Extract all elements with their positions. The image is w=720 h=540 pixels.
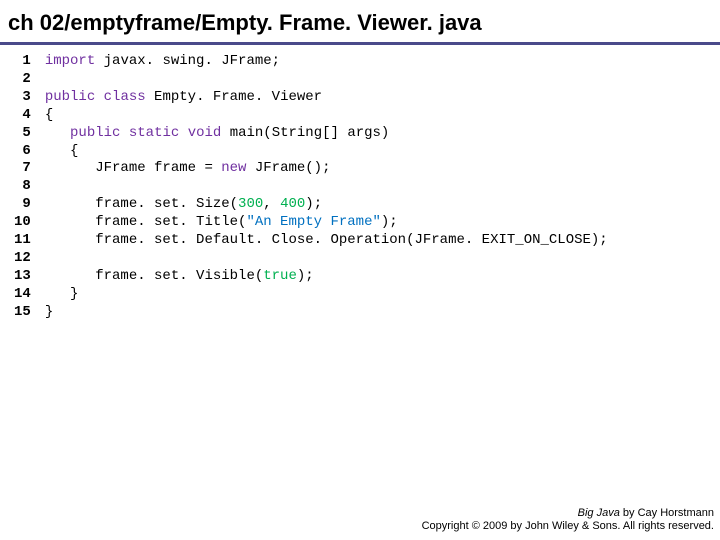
code-token: void	[188, 125, 222, 141]
code-token: {	[45, 143, 79, 159]
code-token: JFrame frame =	[45, 160, 221, 176]
code-line: }	[45, 286, 79, 302]
code-token: JFrame();	[246, 160, 330, 176]
code-token: frame. set. Default. Close. Operation(JF…	[45, 232, 608, 248]
code-token: public	[45, 89, 95, 105]
code-token: true	[263, 268, 297, 284]
code-line: frame. set. Title("An Empty Frame");	[45, 214, 398, 230]
code-token	[179, 125, 187, 141]
code-token: 400	[280, 196, 305, 212]
code-token: ,	[263, 196, 280, 212]
code-token: "An Empty Frame"	[246, 214, 380, 230]
code-token: );	[297, 268, 314, 284]
code-token: Empty. Frame. Viewer	[146, 89, 322, 105]
code-token: }	[45, 286, 79, 302]
code-token	[120, 125, 128, 141]
code-token: public	[70, 125, 120, 141]
code-token: main(String[] args)	[221, 125, 389, 141]
code-token: {	[45, 107, 53, 123]
author: by Cay Horstmann	[620, 507, 714, 519]
code-token	[95, 89, 103, 105]
code-line: }	[45, 304, 53, 320]
book-title: Big Java	[578, 507, 620, 519]
code-token: 300	[238, 196, 263, 212]
code-token: class	[104, 89, 146, 105]
code-line: JFrame frame = new JFrame();	[45, 160, 331, 176]
code-token: import	[45, 53, 95, 69]
footer-line-1: Big Java by Cay Horstmann	[422, 507, 714, 521]
code-token: javax. swing. JFrame;	[95, 53, 280, 69]
code-block: 1 2 3 4 5 6 7 8 9 10 11 12 13 14 15 impo…	[0, 45, 720, 322]
code-token	[45, 125, 70, 141]
code-token: frame. set. Visible(	[45, 268, 263, 284]
code-token: frame. set. Title(	[45, 214, 247, 230]
line-number-gutter: 1 2 3 4 5 6 7 8 9 10 11 12 13 14 15	[14, 53, 45, 322]
code-token: frame. set. Size(	[45, 196, 238, 212]
code-line: public static void main(String[] args)	[45, 125, 390, 141]
code-token: new	[221, 160, 246, 176]
footer-line-2: Copyright © 2009 by John Wiley & Sons. A…	[422, 520, 714, 534]
page-title: ch 02/emptyframe/Empty. Frame. Viewer. j…	[0, 0, 720, 42]
code-token: static	[129, 125, 179, 141]
code-line: frame. set. Visible(true);	[45, 268, 314, 284]
code-token: }	[45, 304, 53, 320]
code-line: {	[45, 143, 79, 159]
code-token: );	[381, 214, 398, 230]
code-line: public class Empty. Frame. Viewer	[45, 89, 322, 105]
code-token: );	[305, 196, 322, 212]
code-line: frame. set. Size(300, 400);	[45, 196, 322, 212]
code-line: frame. set. Default. Close. Operation(JF…	[45, 232, 608, 248]
footer: Big Java by Cay Horstmann Copyright © 20…	[422, 507, 714, 535]
code-line: {	[45, 107, 53, 123]
slide: ch 02/emptyframe/Empty. Frame. Viewer. j…	[0, 0, 720, 540]
code-body: import javax. swing. JFrame; public clas…	[45, 53, 608, 322]
code-line: import javax. swing. JFrame;	[45, 53, 280, 69]
